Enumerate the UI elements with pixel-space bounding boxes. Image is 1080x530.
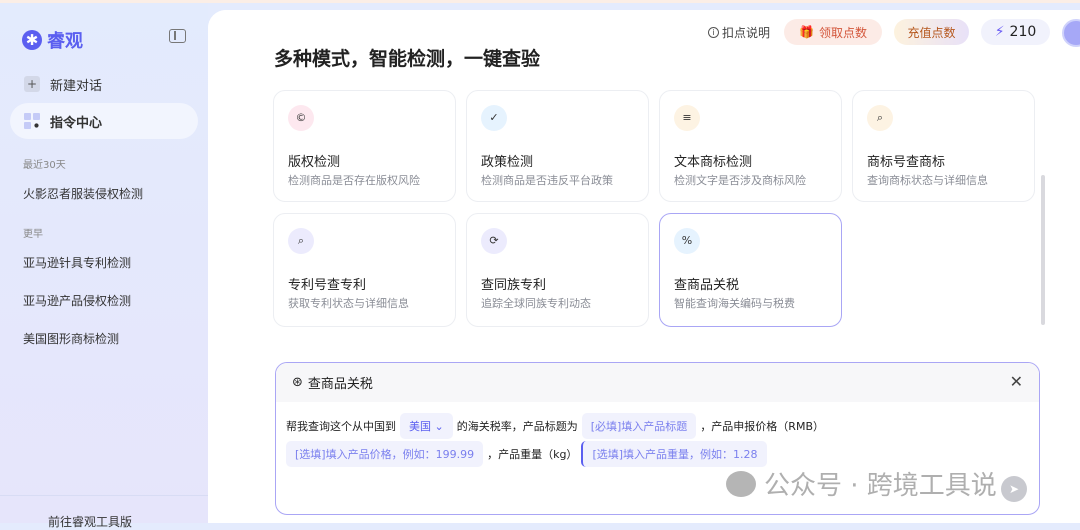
sidebar-item-command-center[interactable]: 指令中心 xyxy=(10,103,198,139)
card-title: 查同族专利 xyxy=(481,278,547,293)
label: 新建对话 xyxy=(50,78,103,94)
page-heading: 多种模式，智能检测，一键查验 xyxy=(274,48,541,70)
card-description: 检测商品是否存在版权风险 xyxy=(288,174,420,187)
product-price-input[interactable]: [选填]填入产品价格，例如：199.99 xyxy=(286,441,484,467)
watermark: 公众号 · 跨境工具说 xyxy=(726,465,997,502)
prompt-text: ，产品申报价格（RMB） xyxy=(700,420,824,433)
tax-icon: % xyxy=(674,228,700,254)
prompt-text: ，产品重量（kg） xyxy=(487,448,578,461)
card-description: 查询商标状态与详细信息 xyxy=(867,174,988,187)
label: 领取点数 xyxy=(818,25,867,40)
history-item[interactable]: 美国图形商标检测 xyxy=(23,330,119,347)
send-button[interactable]: ➤ xyxy=(1001,476,1027,502)
plus-icon: + xyxy=(24,76,40,92)
label: 指令中心 xyxy=(50,115,103,131)
go-to-tool-version-link[interactable]: 前往睿观工具版 xyxy=(48,513,132,530)
info-icon: i xyxy=(708,26,719,38)
history-item[interactable]: 亚马逊针具专利检测 xyxy=(23,254,131,271)
tool-card[interactable]: © 版权检测检测商品是否存在版权风险 xyxy=(273,90,456,202)
document-icon: ≡ xyxy=(674,105,700,131)
gift-icon: 🎁 xyxy=(799,25,814,39)
sidebar: ✱ 睿观 + 新建对话 指令中心 最近30天 火影忍者服装侵权检测 更早 亚马逊针具… xyxy=(0,3,208,529)
card-title: 文本商标检测 xyxy=(674,155,753,170)
card-title: 版权检测 xyxy=(288,155,341,170)
card-description: 检测文字是否涉及商标风险 xyxy=(674,174,806,187)
card-description: 追踪全球同族专利动态 xyxy=(481,297,591,310)
tax-icon: ⊛ xyxy=(292,375,303,390)
shield-check-icon: ✓ xyxy=(481,105,507,131)
divider xyxy=(0,495,208,496)
product-weight-input[interactable]: [选填]填入产品重量，例如：1.28 xyxy=(581,441,767,467)
points-badge[interactable]: ⚡ 210 xyxy=(981,19,1050,45)
card-description: 智能查询海关编码与税费 xyxy=(674,297,795,310)
app-name: 睿观 xyxy=(47,31,83,52)
search-icon: ⌕ xyxy=(867,105,893,131)
scrollbar[interactable] xyxy=(1041,175,1045,325)
tool-card[interactable]: % 查商品关税智能查询海关编码与税费 xyxy=(659,213,842,327)
new-chat-button[interactable]: + 新建对话 xyxy=(10,66,198,102)
tool-card[interactable]: ⌕ 专利号查专利获取专利状态与详细信息 xyxy=(273,213,456,327)
tool-card[interactable]: ≡ 文本商标检测检测文字是否涉及商标风险 xyxy=(659,90,842,202)
prompt-text: 帮我查询这个从中国到 xyxy=(286,420,396,433)
country-select[interactable]: 美国 ⌄ xyxy=(400,413,453,439)
search-icon: ⌕ xyxy=(288,228,314,254)
watermark-text: 公众号 · 跨境工具说 xyxy=(764,471,997,501)
tool-card[interactable]: ⌕ 商标号查商标查询商标状态与详细信息 xyxy=(852,90,1035,202)
card-title: 查商品关税 xyxy=(674,278,740,293)
section-label: 更早 xyxy=(23,229,43,240)
card-title: 专利号查专利 xyxy=(288,278,367,293)
tool-card[interactable]: ⟳ 查同族专利追踪全球同族专利动态 xyxy=(466,213,649,327)
sync-icon: ⟳ xyxy=(481,228,507,254)
logo[interactable]: ✱ 睿观 xyxy=(22,27,83,53)
selected-country: 美国 xyxy=(409,420,431,433)
grid-icon xyxy=(24,113,40,129)
claim-points-button[interactable]: 🎁 领取点数 xyxy=(784,19,882,45)
card-description: 检测商品是否违反平台政策 xyxy=(481,174,613,187)
history-item[interactable]: 亚马逊产品侵权检测 xyxy=(23,292,131,309)
main-panel: 多种模式，智能检测，一键查验 i 扣点说明 🎁 领取点数 充值点数 ⚡ 210 © 版权… xyxy=(208,10,1080,523)
close-icon[interactable]: ✕ xyxy=(1010,372,1023,391)
history-item[interactable]: 火影忍者服装侵权检测 xyxy=(23,185,143,202)
deduction-info-link[interactable]: i 扣点说明 xyxy=(708,19,770,45)
tool-card[interactable]: ✓ 政策检测检测商品是否违反平台政策 xyxy=(466,90,649,202)
prompt-text: 的海关税率，产品标题为 xyxy=(456,420,578,433)
recharge-button[interactable]: 充值点数 xyxy=(894,19,969,45)
card-title: 政策检测 xyxy=(481,155,534,170)
section-label: 最近30天 xyxy=(23,160,66,171)
card-description: 获取专利状态与详细信息 xyxy=(288,297,409,310)
product-title-input[interactable]: [必填]填入产品标题 xyxy=(581,413,697,439)
copyright-icon: © xyxy=(288,105,314,131)
points-value: 210 xyxy=(1009,24,1037,40)
label: 充值点数 xyxy=(907,25,956,40)
dialog-title: 查商品关税 xyxy=(307,377,373,392)
sidebar-toggle-icon[interactable] xyxy=(169,29,186,43)
card-title: 商标号查商标 xyxy=(867,155,946,170)
chevron-down-icon: ⌄ xyxy=(434,420,444,433)
wechat-icon xyxy=(726,470,756,497)
label: 扣点说明 xyxy=(722,25,771,40)
logo-icon: ✱ xyxy=(22,30,42,50)
bolt-icon: ⚡ xyxy=(994,24,1005,40)
